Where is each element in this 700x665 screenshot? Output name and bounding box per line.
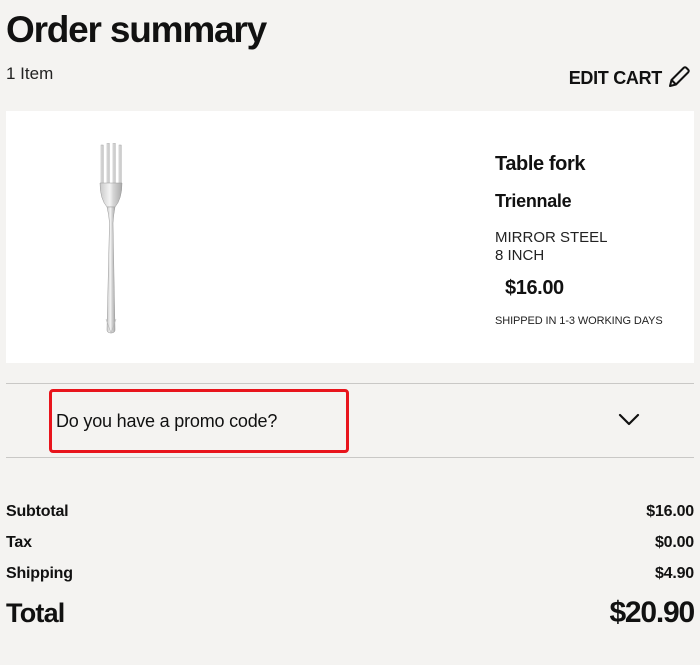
tax-label: Tax [6, 533, 32, 551]
pencil-icon [666, 64, 692, 90]
subtotal-value: $16.00 [646, 502, 694, 520]
shipping-value: $4.90 [654, 564, 694, 582]
product-finish: MIRROR STEEL [495, 229, 608, 246]
totals-section: Subtotal $16.00 Tax $0.00 Shipping $4.90… [6, 496, 695, 633]
edit-cart-label: EDIT CART [568, 68, 663, 88]
subtotal-label: Subtotal [6, 502, 69, 520]
shipping-row: Shipping $4.90 [6, 558, 694, 589]
subtotal-row: Subtotal $16.00 [6, 496, 694, 527]
product-name: Table fork [495, 153, 586, 175]
product-line: Triennale [495, 191, 572, 211]
shipping-note: SHIPPED IN 1-3 WORKING DAYS [495, 315, 663, 327]
grand-total-row: Total $20.90 [6, 593, 695, 633]
cart-item-card: Table fork Triennale MIRROR STEEL 8 INCH… [6, 111, 694, 363]
tax-row: Tax $0.00 [6, 527, 694, 558]
total-value: $20.90 [609, 596, 695, 629]
tax-value: $0.00 [654, 533, 694, 551]
total-label: Total [6, 597, 65, 628]
order-summary-panel: Order summary 1 Item EDIT CART Table for… [0, 0, 700, 665]
shipping-label: Shipping [6, 564, 73, 582]
page-title: Order summary [6, 9, 267, 50]
product-details: Table fork Triennale MIRROR STEEL 8 INCH… [495, 151, 663, 328]
product-price: $16.00 [505, 277, 564, 299]
promo-code-label: Do you have a promo code? [56, 411, 278, 431]
product-size: 8 INCH [495, 247, 545, 264]
edit-cart-button[interactable]: EDIT CART [569, 60, 692, 93]
item-count: 1 Item [6, 64, 54, 83]
fork-image [93, 142, 131, 335]
chevron-down-icon[interactable] [617, 412, 641, 428]
promo-code-toggle[interactable]: Do you have a promo code? [6, 384, 694, 457]
divider [6, 457, 694, 458]
